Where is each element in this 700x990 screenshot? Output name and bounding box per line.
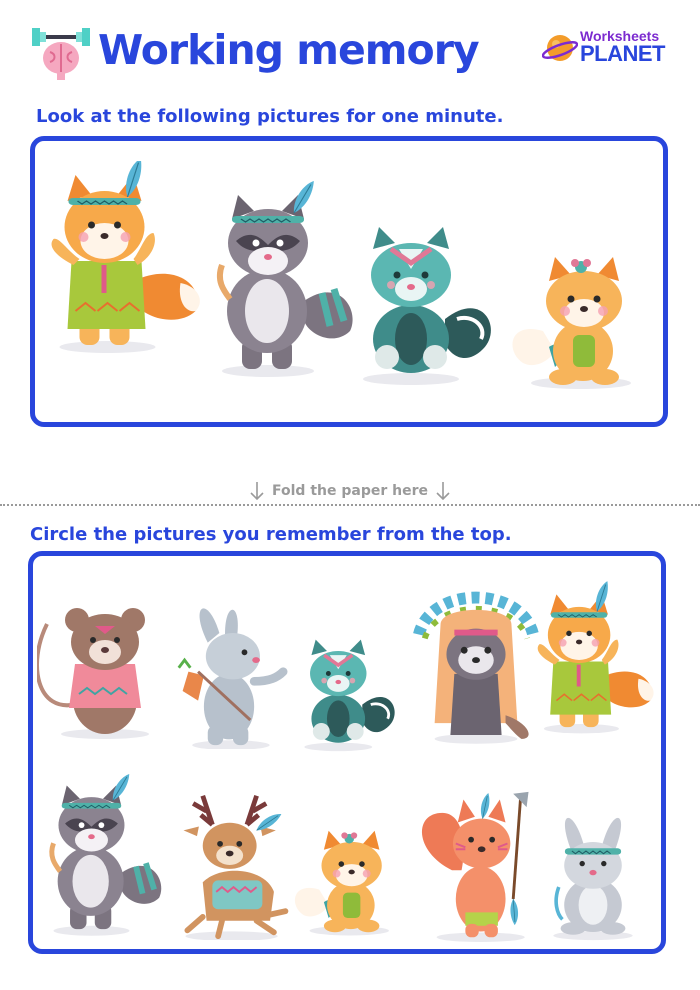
brain-dumbbell-icon	[32, 28, 90, 80]
animal-rabbit[interactable]	[167, 604, 292, 749]
animal-bunny[interactable]	[533, 806, 653, 941]
planet-icon	[542, 35, 578, 61]
page-title: Working memory	[98, 26, 480, 74]
animal-fox-cub	[512, 257, 631, 389]
arrow-down-icon	[436, 482, 450, 501]
instruction-memorize: Look at the following pictures for one m…	[36, 106, 504, 127]
arrow-down-icon	[250, 482, 264, 501]
animal-skunk	[353, 219, 498, 389]
fold-label: Fold the paper here	[272, 483, 428, 499]
recall-panel	[28, 551, 666, 954]
animal-owl[interactable]	[411, 584, 541, 749]
animal-mouse[interactable]	[37, 604, 167, 744]
worksheets-planet-logo: Worksheets PLANET	[540, 28, 670, 68]
animal-raccoon	[210, 181, 360, 381]
animal-fox-cub[interactable]	[287, 826, 402, 941]
animal-fox	[43, 161, 208, 361]
memorize-panel	[30, 136, 668, 427]
animal-fox[interactable]	[533, 574, 658, 749]
fold-line	[0, 504, 700, 506]
animal-raccoon[interactable]	[43, 774, 168, 939]
fold-instruction: Fold the paper here	[250, 480, 450, 502]
logo-text-planet: PLANET	[580, 41, 666, 66]
instruction-circle: Circle the pictures you remember from th…	[30, 524, 512, 545]
animal-skunk[interactable]	[291, 634, 406, 754]
animal-squirrel[interactable]	[411, 788, 536, 943]
animal-deer[interactable]	[169, 790, 299, 940]
